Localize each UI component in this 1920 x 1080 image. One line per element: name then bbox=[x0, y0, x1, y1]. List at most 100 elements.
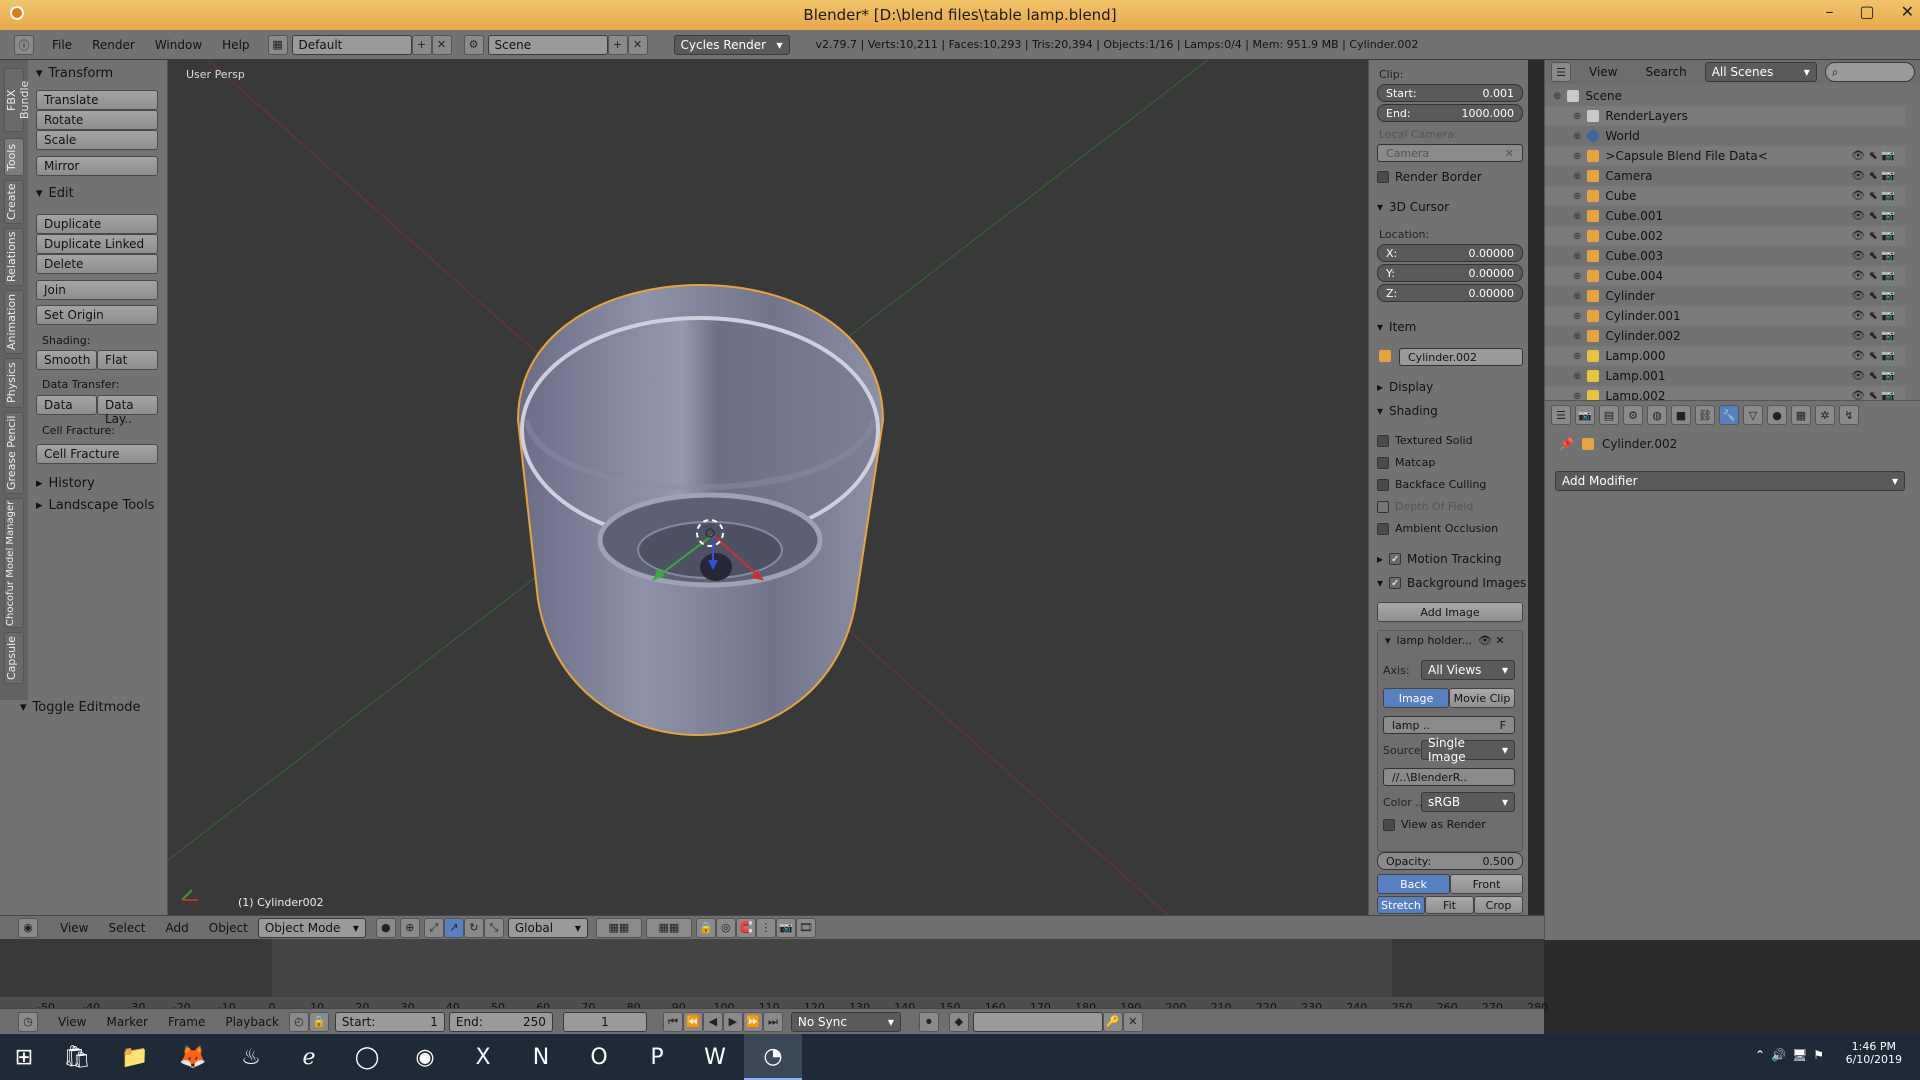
textured-solid-checkbox[interactable]: Textured Solid bbox=[1377, 434, 1473, 447]
edit-panel-header[interactable]: ▾ Edit bbox=[36, 186, 74, 201]
play-reverse-icon[interactable]: ◀ bbox=[702, 1011, 723, 1032]
timeline-frame-menu[interactable]: Frame bbox=[158, 1015, 215, 1029]
data-layout-button[interactable]: Data Lay.. bbox=[97, 395, 158, 426]
steam-icon[interactable]: ♨ bbox=[222, 1034, 280, 1080]
clip-start-field[interactable]: Start: 0.001 bbox=[1377, 84, 1523, 102]
snap-element-icon[interactable]: ⋮ bbox=[755, 917, 776, 938]
mirror-button[interactable]: Mirror bbox=[36, 156, 158, 176]
expand-icon[interactable]: ⊕ bbox=[1573, 251, 1581, 262]
item-name-field[interactable]: Cylinder.002 bbox=[1399, 348, 1523, 366]
jump-start-icon[interactable]: ⏮ bbox=[662, 1011, 683, 1032]
tab-physics[interactable]: Physics bbox=[4, 358, 24, 408]
keying-set-field[interactable] bbox=[972, 1011, 1103, 1032]
file-explorer-icon[interactable]: 📁 bbox=[106, 1034, 164, 1080]
particles-tab-icon[interactable]: ✲ bbox=[1815, 405, 1835, 425]
restrict-toggles[interactable]: 👁 ⬉ 📷 bbox=[1851, 349, 1895, 362]
screen-layout-select[interactable]: Default bbox=[291, 34, 412, 55]
keying-set-icon[interactable]: ◆ bbox=[948, 1011, 969, 1032]
rotate-button[interactable]: Rotate bbox=[36, 110, 158, 130]
render-layers-tab-icon[interactable]: ▤ bbox=[1599, 405, 1619, 425]
pivot-icon[interactable]: ⊕ bbox=[399, 917, 420, 938]
timeline-playback-menu[interactable]: Playback bbox=[215, 1015, 289, 1029]
manipulator-icon[interactable]: ⤢ bbox=[423, 917, 444, 938]
layers-icon-2[interactable]: ▦▦ bbox=[645, 917, 692, 938]
menu-window[interactable]: Window bbox=[145, 38, 212, 52]
image-datablock-field[interactable]: lamp .. F bbox=[1383, 716, 1515, 734]
translate-manipulator-icon[interactable]: ↗ bbox=[443, 917, 464, 938]
expand-icon[interactable]: ⊕ bbox=[1573, 191, 1581, 202]
duplicate-linked-button[interactable]: Duplicate Linked bbox=[36, 234, 158, 254]
lamp-holder-header[interactable]: ▾ lamp holder... 👁 ✕ bbox=[1385, 634, 1505, 647]
image-path-field[interactable]: //..\BlenderR.. bbox=[1383, 768, 1515, 786]
axis-select[interactable]: All Views ▾ bbox=[1421, 660, 1515, 680]
restrict-toggles[interactable]: 👁 ⬉ 📷 bbox=[1851, 189, 1895, 202]
delete-keyframe-icon[interactable]: ✕ bbox=[1122, 1011, 1143, 1032]
data-tab-icon[interactable]: ▽ bbox=[1743, 405, 1763, 425]
scene-tab-icon[interactable]: ⚙ bbox=[1623, 405, 1643, 425]
rotate-manipulator-icon[interactable]: ↻ bbox=[463, 917, 484, 938]
tab-relations[interactable]: Relations bbox=[4, 228, 24, 286]
viewport-select-menu[interactable]: Select bbox=[98, 921, 155, 935]
menu-render[interactable]: Render bbox=[82, 38, 145, 52]
outliner-filter-select[interactable]: All Scenes ▾ bbox=[1704, 62, 1817, 82]
outliner-row[interactable]: ⊕ Scene bbox=[1545, 86, 1905, 106]
source-select[interactable]: Single Image ▾ bbox=[1421, 736, 1515, 764]
tab-capsule[interactable]: Capsule bbox=[4, 632, 24, 684]
current-frame-field[interactable]: 1 bbox=[562, 1011, 647, 1032]
tab-create[interactable]: Create bbox=[4, 180, 24, 224]
restrict-toggles[interactable]: 👁 ⬉ 📷 bbox=[1851, 229, 1895, 242]
join-button[interactable]: Join bbox=[36, 280, 158, 300]
mode-select[interactable]: Object Mode ▾ bbox=[257, 917, 366, 938]
outliner-row[interactable]: ⊕ Cube 👁 ⬉ 📷 bbox=[1545, 186, 1905, 206]
viewport-add-menu[interactable]: Add bbox=[156, 921, 199, 935]
texture-tab-icon[interactable]: ▦ bbox=[1791, 405, 1811, 425]
view-as-render-checkbox[interactable]: View as Render bbox=[1383, 818, 1486, 831]
cell-fracture-button[interactable]: Cell Fracture bbox=[36, 444, 158, 464]
add-screen-icon[interactable]: + bbox=[411, 34, 432, 55]
outliner-row[interactable]: ⊕ RenderLayers bbox=[1545, 106, 1905, 126]
outliner-search-menu[interactable]: Search bbox=[1635, 65, 1696, 79]
clip-end-field[interactable]: End: 1000.000 bbox=[1377, 104, 1523, 122]
render-border-checkbox[interactable]: Render Border bbox=[1377, 170, 1482, 184]
store-app-icon[interactable]: 🛍 bbox=[48, 1034, 106, 1080]
expand-icon[interactable]: ⊕ bbox=[1573, 371, 1581, 382]
expand-icon[interactable]: ⊕ bbox=[1573, 291, 1581, 302]
object-tab-icon[interactable]: ■ bbox=[1671, 405, 1691, 425]
opengl-anim-icon[interactable]: 🎞 bbox=[795, 917, 816, 938]
landscape-tools-header[interactable]: ▸ Landscape Tools bbox=[36, 498, 155, 513]
image-tab[interactable]: Image bbox=[1383, 688, 1449, 708]
scene-select[interactable]: Scene bbox=[487, 34, 608, 55]
transform-panel-header[interactable]: ▾ Transform bbox=[36, 66, 113, 81]
front-button[interactable]: Front bbox=[1450, 874, 1523, 894]
expand-icon[interactable]: ⊕ bbox=[1573, 171, 1581, 182]
remove-screen-icon[interactable]: ✕ bbox=[431, 34, 452, 55]
scale-manipulator-icon[interactable]: ⤡ bbox=[483, 917, 504, 938]
outliner-row[interactable]: ⊕ World bbox=[1545, 126, 1905, 146]
viewport-editor-icon[interactable]: ◉ bbox=[18, 917, 38, 938]
3d-viewport[interactable]: User Persp (1) Cylinder002 bbox=[168, 60, 1368, 915]
viewport-object-menu[interactable]: Object bbox=[199, 921, 258, 935]
backface-culling-checkbox[interactable]: Backface Culling bbox=[1377, 478, 1486, 491]
outliner-row[interactable]: ⊕ >Capsule Blend File Data< 👁 ⬉ 📷 bbox=[1545, 146, 1905, 166]
item-panel-header[interactable]: ▾ Item bbox=[1377, 320, 1416, 334]
expand-icon[interactable]: ⊕ bbox=[1573, 111, 1581, 122]
cursor-z-field[interactable]: Z: 0.00000 bbox=[1377, 284, 1523, 302]
tab-animation[interactable]: Animation bbox=[4, 290, 24, 354]
data-button[interactable]: Data bbox=[36, 395, 97, 415]
timeline-marker-menu[interactable]: Marker bbox=[96, 1015, 157, 1029]
display-panel-header[interactable]: ▸ Display bbox=[1377, 380, 1433, 394]
physics-tab-icon[interactable]: ↯ bbox=[1839, 405, 1859, 425]
add-modifier-dropdown[interactable]: Add Modifier ▾ bbox=[1555, 471, 1905, 491]
outliner-row[interactable]: ⊕ Lamp.002 👁 ⬉ 📷 bbox=[1545, 386, 1905, 400]
constraints-tab-icon[interactable]: ⛓ bbox=[1695, 405, 1715, 425]
expand-icon[interactable]: ⊕ bbox=[1573, 231, 1581, 242]
restrict-toggles[interactable]: 👁 ⬉ 📷 bbox=[1851, 369, 1895, 382]
expand-icon[interactable]: ⊕ bbox=[1573, 331, 1581, 342]
tab-chocofur[interactable]: Chocofur Model Manager bbox=[4, 498, 24, 628]
scene-icon[interactable]: ⚙ bbox=[463, 34, 484, 55]
restrict-toggles[interactable]: 👁 ⬉ 📷 bbox=[1851, 289, 1895, 302]
expand-icon[interactable]: ⊕ bbox=[1573, 151, 1581, 162]
next-keyframe-icon[interactable]: ⏩ bbox=[742, 1011, 763, 1032]
delete-button[interactable]: Delete bbox=[36, 254, 158, 274]
menu-file[interactable]: File bbox=[42, 38, 82, 52]
